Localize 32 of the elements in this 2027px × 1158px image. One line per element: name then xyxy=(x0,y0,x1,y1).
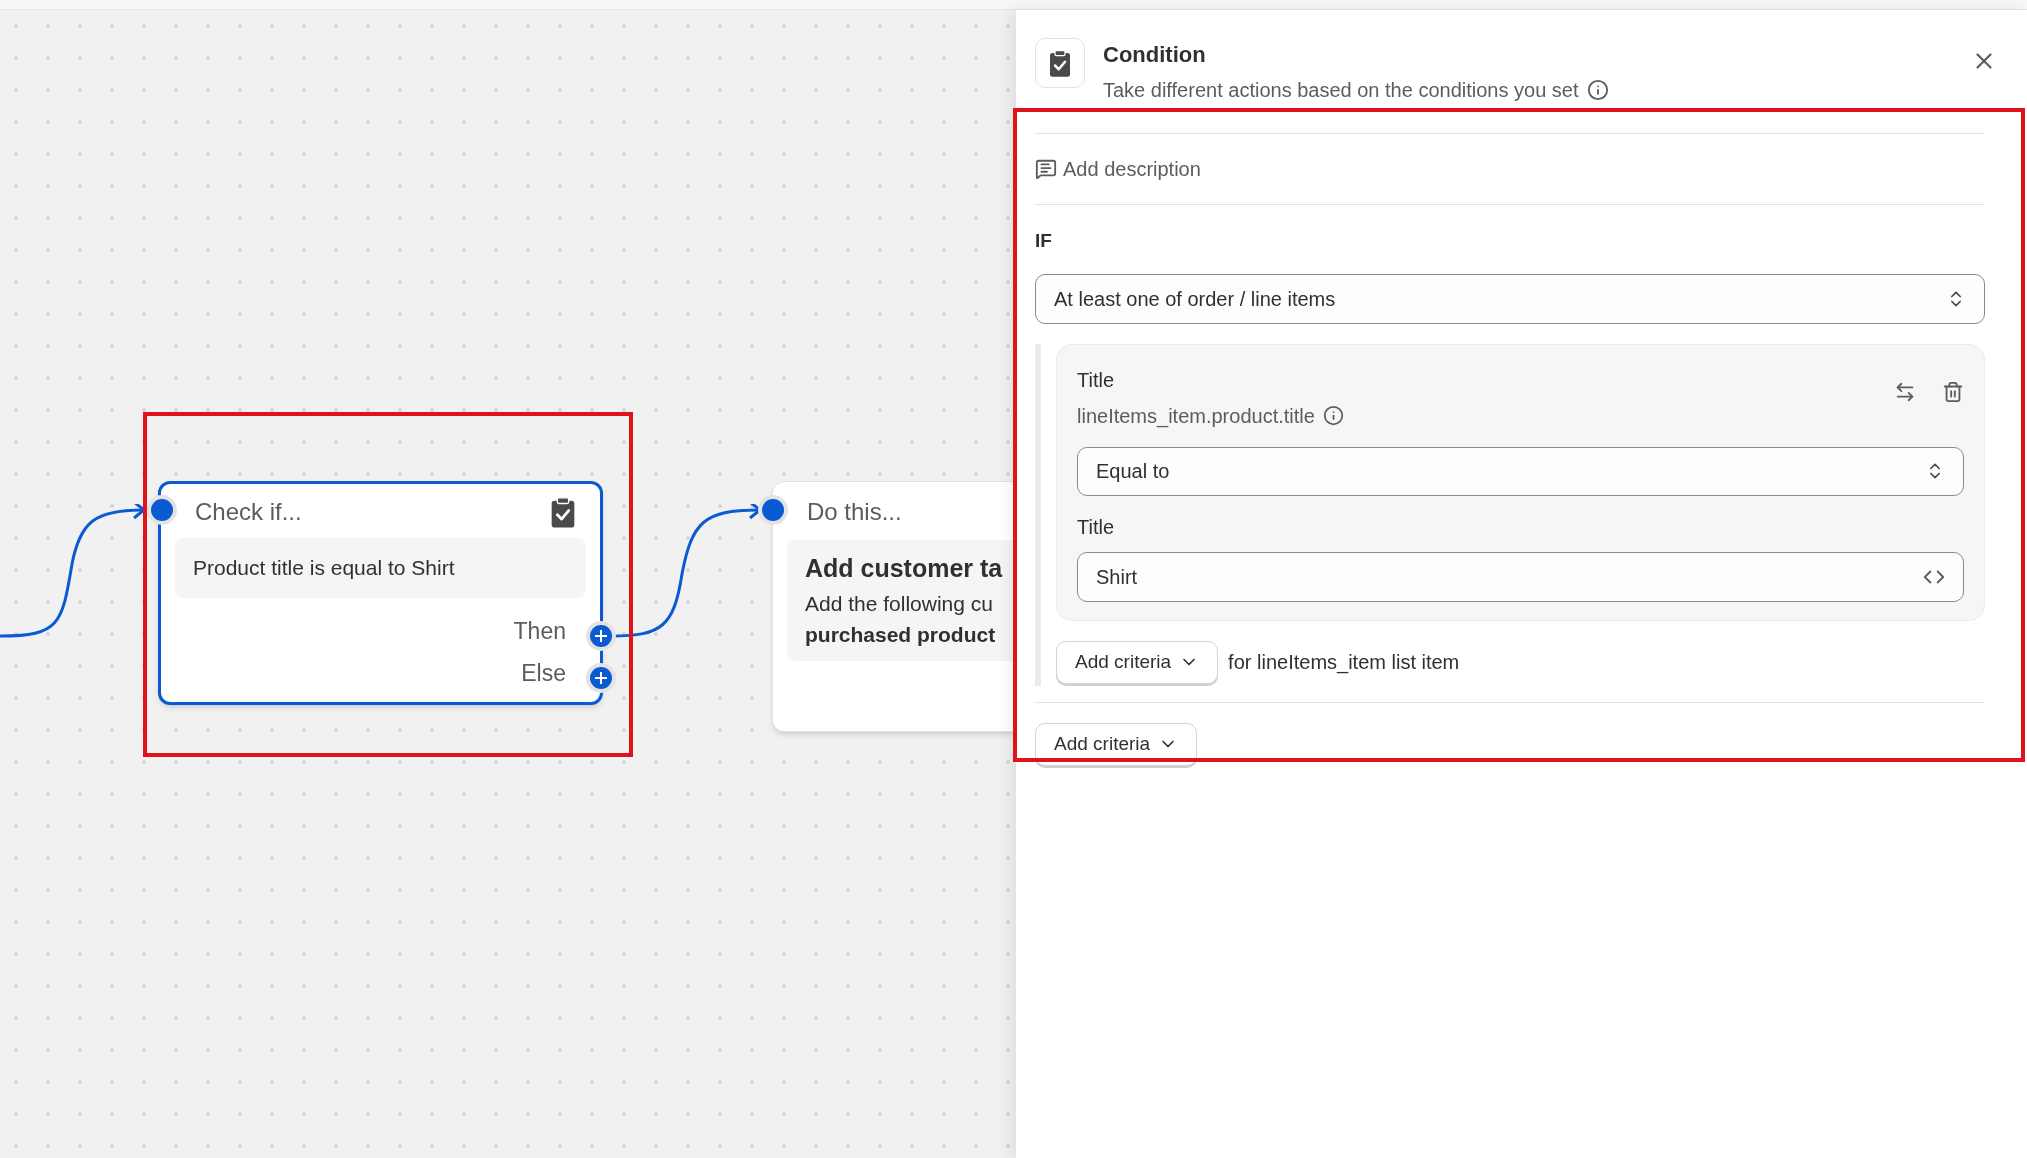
info-icon[interactable] xyxy=(1322,405,1344,426)
field-label: Title xyxy=(1077,514,1116,540)
add-description-button[interactable]: Add description xyxy=(1035,134,1201,204)
output-label: Else xyxy=(521,659,566,688)
field-label: Title xyxy=(1077,367,1116,393)
value-input[interactable]: Shirt xyxy=(1077,551,1964,602)
comment-icon xyxy=(1035,158,1057,180)
group-note: for lineItems_item list item xyxy=(1228,650,1460,676)
output-label: Then xyxy=(513,616,566,646)
node-heading: Check if... xyxy=(195,497,302,527)
input-port-icon[interactable] xyxy=(146,494,178,526)
section-label: IF xyxy=(1035,229,1052,253)
action-description: Add the following cu xyxy=(805,590,994,617)
node-heading: Do this... xyxy=(807,498,902,525)
scope-select[interactable]: At least one of order / line items xyxy=(1035,273,1985,324)
add-port-icon[interactable] xyxy=(585,620,617,652)
info-icon[interactable] xyxy=(1586,79,1609,101)
input-port-icon[interactable] xyxy=(757,494,789,526)
panel-title: Condition xyxy=(1103,41,1207,69)
operator-select[interactable]: Equal to xyxy=(1077,446,1964,496)
delete-icon[interactable] xyxy=(1942,380,1964,403)
field-path: lineItems_item.product.title xyxy=(1077,403,1315,430)
condition-summary: Product title is equal to Shirt xyxy=(175,538,586,598)
swap-icon[interactable] xyxy=(1894,380,1916,403)
add-port-icon[interactable] xyxy=(585,662,617,694)
action-detail: purchased product xyxy=(805,622,997,648)
add-criteria-button[interactable]: Add criteria xyxy=(1035,722,1198,766)
add-criteria-button[interactable]: Add criteria xyxy=(1056,640,1219,684)
action-node[interactable]: Do this... Add customer ta Add the following cu purchased product xyxy=(772,481,1016,732)
condition-node[interactable]: Check if... Product title is equal to Shirt Then Else xyxy=(158,481,603,705)
panel-subtitle: Take different actions based on the conditions you set xyxy=(1103,78,1579,103)
action-title: Add customer ta xyxy=(805,553,1004,584)
